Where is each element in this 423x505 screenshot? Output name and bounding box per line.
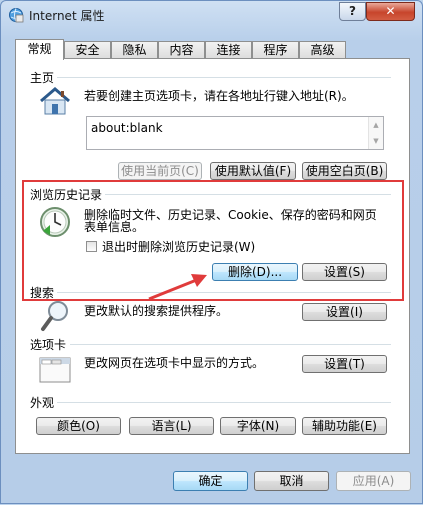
title-bar[interactable]: Internet 属性 ? ✕ <box>1 1 422 31</box>
homepage-address-input[interactable]: about:blank ▲ ▼ <box>86 116 384 150</box>
homepage-scrollbar[interactable]: ▲ ▼ <box>368 117 383 149</box>
history-clock-icon <box>40 207 70 237</box>
tab-advanced[interactable]: 高级 <box>299 41 346 59</box>
internet-options-window: Internet 属性 ? ✕ 常规 安全 隐私 内容 连接 程序 高级 主页 … <box>0 0 423 504</box>
search-description: 更改默认的搜索提供程序。 <box>84 304 229 318</box>
tabs-group-line <box>70 344 391 345</box>
tabs-group-label: 选项卡 <box>30 336 70 353</box>
history-description-line2: 表单信息。 <box>84 220 145 234</box>
tab-general[interactable]: 常规 <box>15 39 64 60</box>
tabs-description: 更改网页在选项卡中显示的方式。 <box>84 356 265 370</box>
accessibility-button[interactable]: 辅助功能(E) <box>302 417 387 435</box>
homepage-group-line <box>56 77 391 78</box>
languages-button[interactable]: 语言(L) <box>129 417 214 435</box>
use-default-button[interactable]: 使用默认值(F) <box>210 162 296 180</box>
tab-connections[interactable]: 连接 <box>205 41 252 59</box>
tab-security[interactable]: 安全 <box>64 41 111 59</box>
search-group-line <box>56 292 391 293</box>
history-group-label: 浏览历史记录 <box>30 186 106 203</box>
appearance-group-line <box>56 402 391 403</box>
close-button[interactable]: ✕ <box>366 2 415 21</box>
history-group-line <box>104 194 391 195</box>
apply-button[interactable]: 应用(A) <box>336 471 411 491</box>
scroll-up-icon[interactable]: ▲ <box>369 117 383 133</box>
homepage-description: 若要创建主页选项卡，请在各地址行键入地址(R)。 <box>84 89 354 103</box>
general-tab-panel: 主页 若要创建主页选项卡，请在各地址行键入地址(R)。 about:blank … <box>15 58 410 454</box>
home-icon <box>40 87 70 115</box>
window-title: Internet 属性 <box>29 9 105 23</box>
ok-button[interactable]: 确定 <box>173 471 248 491</box>
delete-on-exit-checkbox[interactable] <box>86 241 97 252</box>
internet-options-icon <box>9 8 24 23</box>
search-settings-button[interactable]: 设置(I) <box>302 303 387 321</box>
homepage-address-value: about:blank <box>91 121 163 135</box>
tab-content[interactable]: 内容 <box>158 41 205 59</box>
cancel-button[interactable]: 取消 <box>254 471 329 491</box>
use-blank-button[interactable]: 使用空白页(B) <box>302 162 387 180</box>
tab-programs[interactable]: 程序 <box>252 41 299 59</box>
tab-privacy[interactable]: 隐私 <box>111 41 158 59</box>
fonts-button[interactable]: 字体(N) <box>220 417 296 435</box>
appearance-group-label: 外观 <box>30 394 58 411</box>
delete-history-button[interactable]: 删除(D)... <box>212 263 298 281</box>
tabs-window-icon <box>39 357 71 383</box>
scroll-down-icon[interactable]: ▼ <box>369 133 383 149</box>
tabs-settings-button[interactable]: 设置(T) <box>302 355 387 373</box>
use-current-button[interactable]: 使用当前页(C) <box>118 162 202 180</box>
help-button[interactable]: ? <box>339 2 366 21</box>
search-magnifier-icon <box>41 301 68 331</box>
delete-on-exit-label[interactable]: 退出时删除浏览历史记录(W) <box>102 240 255 254</box>
colors-button[interactable]: 颜色(O) <box>36 417 121 435</box>
history-settings-button[interactable]: 设置(S) <box>302 263 387 281</box>
homepage-group-label: 主页 <box>30 69 58 86</box>
